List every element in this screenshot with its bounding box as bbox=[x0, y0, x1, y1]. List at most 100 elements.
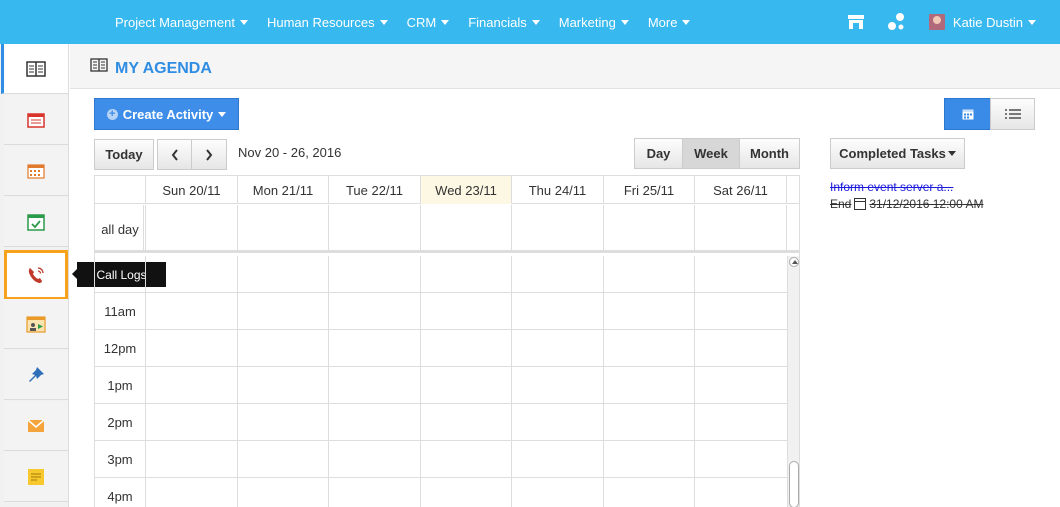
time-grid[interactable]: 11am 12pm 1pm 2pm 3pm 4pm bbox=[95, 256, 787, 507]
time-row[interactable]: 1pm bbox=[95, 367, 787, 404]
chevron-right-icon bbox=[206, 148, 213, 161]
completed-tasks-dropdown[interactable]: Completed Tasks bbox=[830, 138, 965, 169]
nav-financials[interactable]: Financials bbox=[468, 15, 540, 30]
chevron-left-icon bbox=[171, 148, 178, 161]
nav-human-resources[interactable]: Human Resources bbox=[267, 15, 388, 30]
day-header: Fri 25/11 bbox=[603, 176, 694, 204]
main-nav: Project Management Human Resources CRM F… bbox=[115, 0, 709, 44]
day-header: Sat 26/11 bbox=[694, 176, 786, 204]
scrollbar-thumb[interactable] bbox=[789, 461, 799, 507]
completed-task-end: End 31/12/2016 12:00 AM bbox=[830, 197, 983, 211]
sidebar-item-call-logs[interactable] bbox=[4, 250, 68, 300]
topbar-right: Katie Dustin bbox=[847, 0, 1060, 44]
nav-label: CRM bbox=[406, 14, 437, 30]
caret-down-icon bbox=[441, 19, 450, 25]
integration-icon[interactable] bbox=[887, 12, 907, 32]
all-day-label: all day bbox=[101, 221, 139, 237]
all-day-row[interactable]: all day bbox=[95, 205, 799, 253]
sidebar-item-calendar[interactable] bbox=[4, 146, 68, 196]
week-calendar: Sun 20/11 Mon 21/11 Tue 22/11 Wed 23/11 … bbox=[94, 175, 800, 507]
time-label: 3pm bbox=[107, 452, 133, 467]
calendar-scrollbar[interactable] bbox=[787, 256, 799, 507]
nav-crm[interactable]: CRM bbox=[407, 15, 450, 30]
task-end-time: 31/12/2016 12:00 AM bbox=[869, 197, 984, 211]
month-view-button[interactable]: Month bbox=[739, 138, 800, 169]
agenda-book-icon bbox=[90, 58, 108, 72]
time-label: 11am bbox=[104, 304, 136, 319]
create-activity-button[interactable]: + Create Activity bbox=[94, 98, 239, 130]
time-label: 1pm bbox=[107, 378, 133, 393]
meeting-icon bbox=[26, 315, 46, 333]
grid-line bbox=[603, 256, 604, 507]
calendar-grid-icon bbox=[27, 163, 45, 179]
nav-more[interactable]: More bbox=[648, 15, 691, 30]
day-header: Thu 24/11 bbox=[511, 176, 603, 204]
caret-down-icon bbox=[531, 19, 540, 25]
next-week-button[interactable] bbox=[191, 139, 227, 170]
calendar-view-button[interactable] bbox=[944, 98, 991, 130]
create-activity-label: Create Activity bbox=[122, 106, 214, 122]
time-row[interactable] bbox=[95, 256, 787, 293]
top-navbar: Project Management Human Resources CRM F… bbox=[0, 0, 1060, 44]
grid-line bbox=[328, 205, 329, 253]
grid-line bbox=[145, 256, 146, 507]
sidebar-item-meetings[interactable] bbox=[4, 299, 68, 349]
time-row[interactable]: 3pm bbox=[95, 441, 787, 478]
agenda-book-icon bbox=[26, 60, 46, 77]
task-check-icon bbox=[27, 213, 45, 231]
completed-task-link[interactable]: Inform event server a... bbox=[830, 180, 953, 194]
prev-week-button[interactable] bbox=[157, 139, 192, 170]
calendar-header: Sun 20/11 Mon 21/11 Tue 22/11 Wed 23/11 … bbox=[95, 176, 799, 204]
time-row[interactable]: 4pm bbox=[95, 478, 787, 507]
grid-line bbox=[237, 205, 238, 253]
sidebar-item-events[interactable] bbox=[4, 95, 68, 145]
grid-line bbox=[694, 205, 695, 253]
day-header: Mon 21/11 bbox=[237, 176, 328, 204]
avatar[interactable] bbox=[928, 14, 945, 30]
plus-circle-icon: + bbox=[106, 108, 118, 120]
caret-down-icon bbox=[1028, 19, 1036, 25]
task-end-label: End bbox=[830, 197, 852, 211]
nav-project-management[interactable]: Project Management bbox=[115, 15, 248, 30]
today-button[interactable]: Today bbox=[94, 139, 154, 170]
grid-line bbox=[511, 205, 512, 253]
list-icon bbox=[1004, 109, 1021, 119]
scroll-up-arrow-icon[interactable] bbox=[789, 257, 799, 267]
nav-label: Financials bbox=[468, 14, 527, 30]
time-row[interactable]: 2pm bbox=[95, 404, 787, 441]
grid-line bbox=[694, 256, 695, 507]
time-row[interactable]: 11am bbox=[95, 293, 787, 330]
store-icon[interactable] bbox=[847, 14, 865, 30]
list-view-button[interactable] bbox=[990, 98, 1035, 130]
nav-label: Marketing bbox=[558, 14, 616, 30]
sidebar-item-tasks[interactable] bbox=[4, 197, 68, 247]
completed-tasks-label: Completed Tasks bbox=[839, 146, 946, 161]
time-label: 4pm bbox=[107, 489, 133, 504]
date-range-label: Nov 20 - 26, 2016 bbox=[238, 145, 342, 160]
week-view-button[interactable]: Week bbox=[682, 138, 740, 169]
grid-line bbox=[237, 256, 238, 507]
sidebar-item-pinned[interactable] bbox=[4, 350, 68, 400]
calendar-icon bbox=[962, 109, 973, 120]
sidebar-item-emails[interactable] bbox=[4, 401, 68, 451]
time-row[interactable]: 12pm bbox=[95, 330, 787, 367]
sidebar-item-notes[interactable] bbox=[4, 452, 68, 502]
user-name: Katie Dustin bbox=[952, 14, 1023, 30]
caret-down-icon bbox=[947, 151, 956, 156]
envelope-icon bbox=[27, 418, 45, 432]
grid-line bbox=[603, 205, 604, 253]
sticky-note-icon bbox=[28, 468, 44, 485]
sidebar-item-agenda[interactable] bbox=[1, 44, 68, 94]
time-label: 2pm bbox=[107, 415, 133, 430]
day-view-button[interactable]: Day bbox=[634, 138, 683, 169]
user-menu[interactable]: Katie Dustin bbox=[953, 15, 1036, 30]
nav-marketing[interactable]: Marketing bbox=[559, 15, 629, 30]
grid-line bbox=[143, 205, 144, 253]
day-header-today: Wed 23/11 bbox=[420, 176, 511, 204]
caret-down-icon bbox=[218, 111, 227, 117]
page-header: MY AGENDA bbox=[70, 44, 1060, 89]
grid-line bbox=[420, 256, 421, 507]
day-header: Sun 20/11 bbox=[145, 176, 237, 204]
nav-label: Human Resources bbox=[266, 14, 375, 30]
grid-line bbox=[145, 205, 146, 253]
